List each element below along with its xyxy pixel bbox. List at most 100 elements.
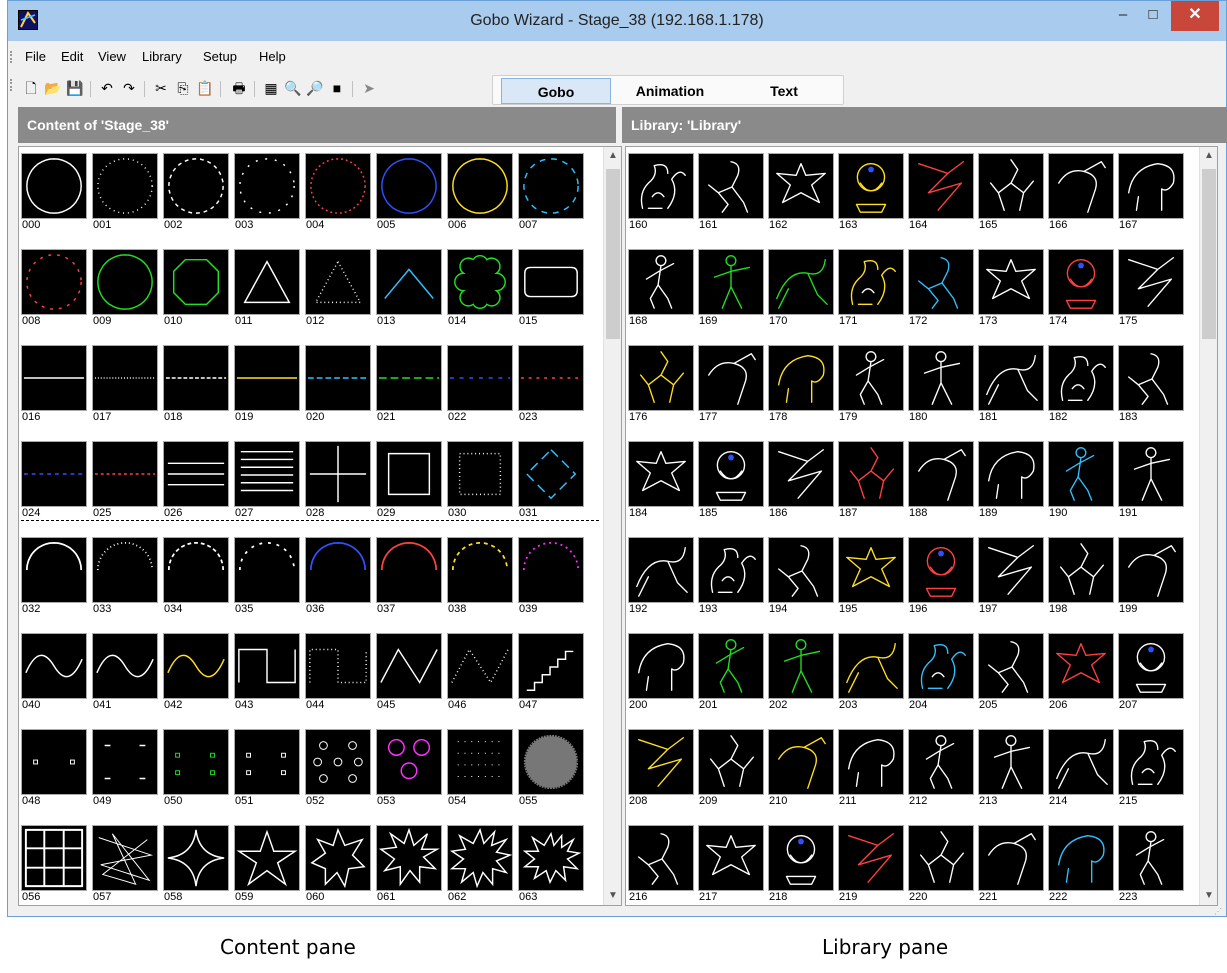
new-file-icon[interactable]: 🗋 [22,79,40,97]
gobo-image[interactable] [163,153,229,219]
gobo-image[interactable] [92,537,158,603]
gobo-thumbnail[interactable]: 202 [768,629,838,724]
gobo-thumbnail[interactable]: 055 [518,725,588,820]
gobo-thumbnail[interactable]: 219 [838,821,908,905]
gobo-image[interactable] [447,633,513,699]
gobo-thumbnail[interactable]: 049 [92,725,162,820]
gobo-thumbnail[interactable]: 026 [163,437,233,532]
gobo-image[interactable] [908,153,974,219]
tab-animation[interactable]: Animation [615,78,725,104]
gobo-thumbnail[interactable]: 179 [838,341,908,436]
gobo-image[interactable] [1048,633,1114,699]
gobo-thumbnail[interactable]: 185 [698,437,768,532]
gobo-thumbnail[interactable]: 216 [628,821,698,905]
gobo-thumbnail[interactable]: 034 [163,533,233,628]
gobo-image[interactable] [376,249,442,315]
scroll-thumb[interactable] [606,169,620,339]
gobo-image[interactable] [978,537,1044,603]
gobo-image[interactable] [1048,345,1114,411]
gobo-thumbnail[interactable]: 186 [768,437,838,532]
gobo-thumbnail[interactable]: 005 [376,149,446,244]
gobo-image[interactable] [447,345,513,411]
gobo-image[interactable] [978,441,1044,507]
gobo-image[interactable] [838,345,904,411]
gobo-image[interactable] [698,441,764,507]
menu-view[interactable]: View [98,49,126,64]
gobo-image[interactable] [376,729,442,795]
gobo-thumbnail[interactable]: 206 [1048,629,1118,724]
gobo-thumbnail[interactable]: 223 [1118,821,1188,905]
gobo-image[interactable] [698,633,764,699]
gobo-image[interactable] [518,441,584,507]
gobo-thumbnail[interactable]: 029 [376,437,446,532]
scroll-up-icon[interactable]: ▲ [604,147,621,165]
gobo-image[interactable] [234,825,300,891]
content-pane[interactable]: 000 001 002 003 004 005 006 007 008 009 010 011 012 0… [18,146,622,906]
gobo-thumbnail[interactable]: 173 [978,245,1048,340]
gobo-thumbnail[interactable]: 007 [518,149,588,244]
fill-icon[interactable]: ■ [328,79,346,97]
gobo-thumbnail[interactable]: 174 [1048,245,1118,340]
gobo-image[interactable] [1048,441,1114,507]
gobo-image[interactable] [908,441,974,507]
gobo-image[interactable] [1118,249,1184,315]
gobo-thumbnail[interactable]: 046 [447,629,517,724]
gobo-image[interactable] [698,153,764,219]
gobo-image[interactable] [1048,537,1114,603]
gobo-thumbnail[interactable]: 062 [447,821,517,905]
gobo-thumbnail[interactable]: 175 [1118,245,1188,340]
gobo-image[interactable] [1048,825,1114,891]
gobo-thumbnail[interactable]: 204 [908,629,978,724]
gobo-thumbnail[interactable]: 015 [518,245,588,340]
gobo-image[interactable] [234,441,300,507]
gobo-thumbnail[interactable]: 200 [628,629,698,724]
gobo-thumbnail[interactable]: 208 [628,725,698,820]
gobo-thumbnail[interactable]: 182 [1048,341,1118,436]
gobo-image[interactable] [1118,537,1184,603]
gobo-image[interactable] [305,537,371,603]
gobo-image[interactable] [447,825,513,891]
gobo-image[interactable] [628,537,694,603]
gobo-image[interactable] [628,825,694,891]
gobo-thumbnail[interactable]: 192 [628,533,698,628]
gobo-image[interactable] [768,345,834,411]
gobo-image[interactable] [376,633,442,699]
gobo-image[interactable] [163,345,229,411]
gobo-thumbnail[interactable]: 183 [1118,341,1188,436]
gobo-image[interactable] [838,729,904,795]
gobo-image[interactable] [305,633,371,699]
gobo-thumbnail[interactable]: 207 [1118,629,1188,724]
scroll-up-icon[interactable]: ▲ [1200,147,1217,165]
gobo-image[interactable] [518,249,584,315]
gobo-image[interactable] [163,249,229,315]
gobo-thumbnail[interactable]: 041 [92,629,162,724]
gobo-image[interactable] [1118,441,1184,507]
gobo-thumbnail[interactable]: 048 [21,725,91,820]
gobo-image[interactable] [1048,729,1114,795]
gobo-image[interactable] [234,249,300,315]
gobo-image[interactable] [376,537,442,603]
gobo-thumbnail[interactable]: 042 [163,629,233,724]
gobo-image[interactable] [518,825,584,891]
gobo-thumbnail[interactable]: 168 [628,245,698,340]
gobo-thumbnail[interactable]: 030 [447,437,517,532]
gobo-thumbnail[interactable]: 022 [447,341,517,436]
zoom-out-icon[interactable]: 🔍 [284,79,302,97]
gobo-image[interactable] [92,729,158,795]
redo-icon[interactable]: ↷ [120,79,138,97]
gobo-image[interactable] [163,633,229,699]
gobo-image[interactable] [1118,153,1184,219]
gobo-thumbnail[interactable]: 025 [92,437,162,532]
gobo-thumbnail[interactable]: 220 [908,821,978,905]
gobo-thumbnail[interactable]: 020 [305,341,375,436]
minimize-button[interactable]: – [1108,1,1138,31]
gobo-thumbnail[interactable]: 043 [234,629,304,724]
gobo-image[interactable] [1048,249,1114,315]
gobo-thumbnail[interactable]: 057 [92,821,162,905]
gobo-image[interactable] [21,729,87,795]
menu-library[interactable]: Library [142,49,182,64]
gobo-image[interactable] [978,729,1044,795]
scroll-thumb[interactable] [1202,169,1216,339]
gobo-image[interactable] [305,825,371,891]
gobo-image[interactable] [768,153,834,219]
